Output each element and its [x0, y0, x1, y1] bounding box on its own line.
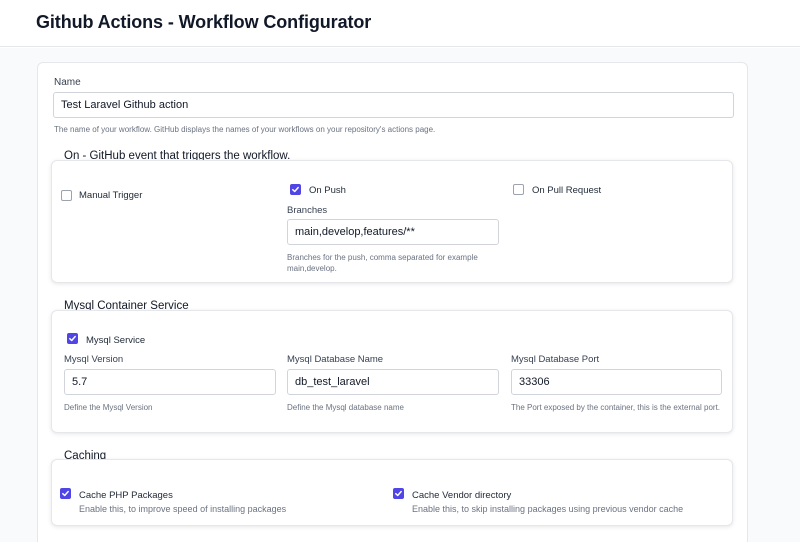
mysql-version-label: Mysql Version [64, 354, 124, 365]
branches-help-text: Branches for the push, comma separated f… [287, 253, 478, 273]
name-input[interactable]: Test Laravel Github action [53, 92, 734, 118]
page-title: Github Actions - Workflow Configurator [36, 12, 372, 32]
mysql-db-name-label: Mysql Database Name [287, 354, 384, 365]
mysql-version-input[interactable]: 5.7 [64, 369, 276, 395]
on-pull-request-checkbox[interactable] [513, 184, 524, 195]
cache-vendor-directory-help-text: Enable this, to skip installing packages… [412, 504, 684, 514]
branches-label: Branches [287, 205, 328, 216]
manual-trigger-label: Manual Trigger [79, 190, 143, 201]
mysql-db-port-input[interactable]: 33306 [511, 369, 722, 395]
cache-php-packages-label: Cache PHP Packages [79, 490, 173, 501]
check-icon [69, 335, 76, 342]
mysql-db-name-input[interactable]: db_test_laravel [287, 369, 499, 395]
cache-vendor-directory-label: Cache Vendor directory [412, 490, 512, 501]
mysql-version-help-text: Define the Mysql Version [64, 403, 153, 412]
on-pull-request-label: On Pull Request [532, 185, 602, 196]
cache-php-packages-checkbox[interactable] [60, 488, 71, 499]
mysql-db-port-label: Mysql Database Port [511, 354, 600, 365]
name-help-text: The name of your workflow. GitHub displa… [54, 125, 436, 134]
on-push-checkbox[interactable] [290, 184, 301, 195]
cache-php-packages-help-text: Enable this, to improve speed of install… [79, 504, 287, 514]
mysql-service-label: Mysql Service [86, 335, 146, 346]
cache-vendor-directory-checkbox[interactable] [393, 488, 404, 499]
on-push-label: On Push [309, 185, 346, 196]
check-icon [395, 490, 402, 497]
check-icon [292, 186, 299, 193]
manual-trigger-checkbox[interactable] [61, 190, 72, 201]
header-bar: Github Actions - Workflow Configurator [0, 0, 800, 47]
mysql-service-checkbox[interactable] [67, 333, 78, 344]
branches-input[interactable]: main,develop,features/** [287, 219, 499, 245]
name-label: Name [54, 77, 81, 88]
mysql-db-name-help-text: Define the Mysql database name [287, 403, 404, 412]
mysql-db-port-help-text: The Port exposed by the container, this … [511, 403, 721, 412]
check-icon [62, 490, 69, 497]
